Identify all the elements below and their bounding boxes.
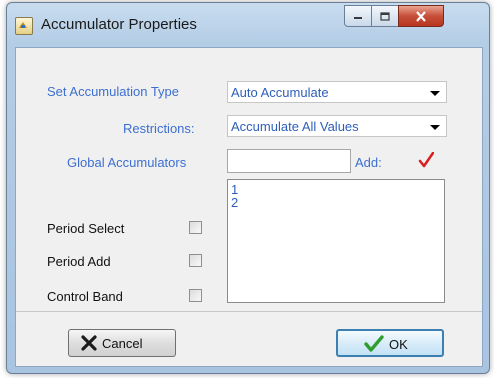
maximize-button[interactable] (371, 5, 399, 27)
accumulation-type-label: Set Accumulation Type (47, 84, 180, 99)
add-checkmark-icon[interactable] (418, 152, 434, 168)
cancel-label: Cancel (102, 336, 143, 351)
checkmark-icon (364, 335, 384, 352)
control-band-checkbox[interactable] (189, 289, 202, 302)
minimize-button[interactable] (344, 5, 372, 27)
window-title: Accumulator Properties (41, 16, 197, 33)
global-accumulators-input[interactable] (227, 149, 351, 173)
close-button[interactable] (398, 5, 444, 27)
list-item[interactable]: 1 (231, 183, 444, 196)
period-add-checkbox[interactable] (189, 254, 202, 267)
x-icon (81, 335, 97, 351)
list-item[interactable]: 2 (231, 196, 444, 209)
restrictions-dropdown[interactable]: Accumulate All Values (227, 115, 447, 137)
period-add-label: Period Add (47, 254, 111, 269)
chevron-down-icon (430, 125, 440, 130)
ok-label: OK (389, 337, 408, 352)
period-select-checkbox[interactable] (189, 221, 202, 234)
restrictions-value: Accumulate All Values (231, 119, 359, 134)
control-band-label: Control Band (47, 289, 123, 304)
minimize-icon (354, 17, 362, 19)
global-accumulators-label: Global Accumulators (67, 155, 187, 170)
app-icon (15, 17, 33, 35)
dialog-window: Accumulator Properties Set Accumulation … (6, 2, 490, 374)
add-label: Add: (355, 155, 382, 170)
divider (16, 311, 482, 312)
cancel-button[interactable]: Cancel (68, 329, 176, 357)
accumulation-type-dropdown[interactable]: Auto Accumulate (227, 81, 447, 103)
accumulation-type-value: Auto Accumulate (231, 85, 329, 100)
accumulators-list[interactable]: 1 2 (227, 179, 445, 303)
maximize-icon (380, 11, 390, 21)
dialog-body: Set Accumulation Type Auto Accumulate Re… (15, 47, 483, 367)
close-icon (416, 10, 426, 22)
restrictions-label: Restrictions: (123, 121, 195, 136)
ok-button[interactable]: OK (336, 329, 444, 357)
chevron-down-icon (430, 91, 440, 96)
title-bar[interactable]: Accumulator Properties (7, 3, 489, 47)
period-select-label: Period Select (47, 221, 125, 236)
